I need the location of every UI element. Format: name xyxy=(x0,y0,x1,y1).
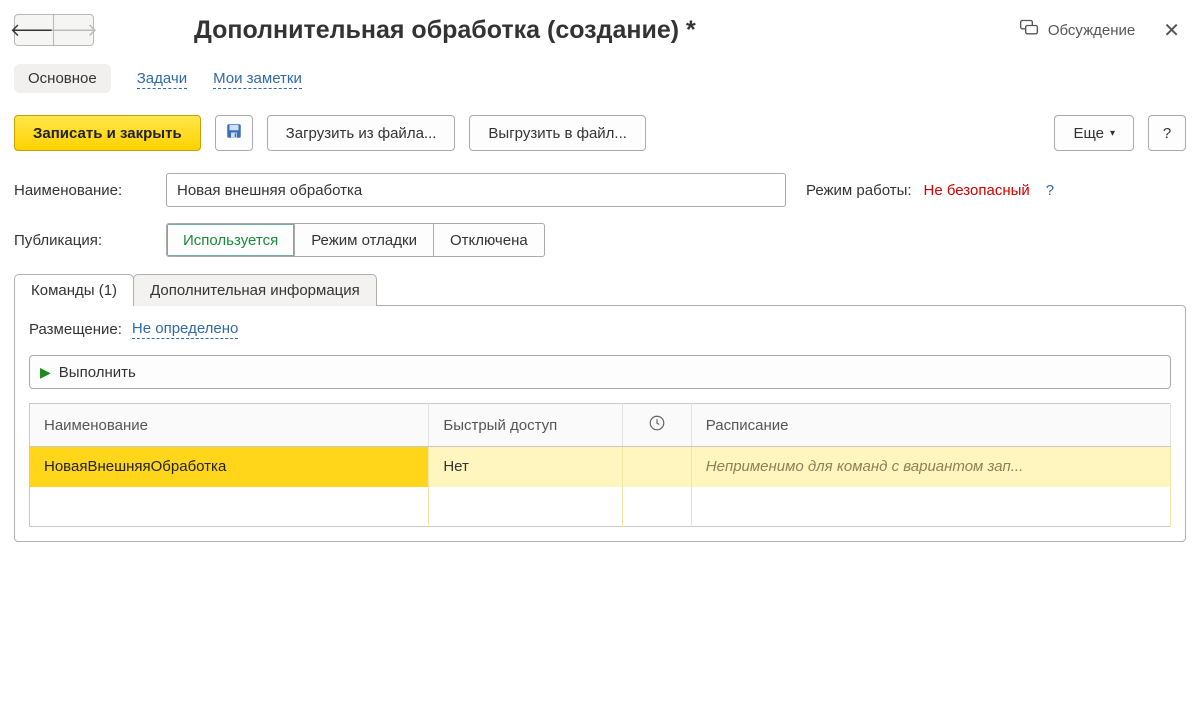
floppy-icon xyxy=(225,122,243,144)
cell-schedule-flag[interactable] xyxy=(623,447,691,487)
arrow-right-icon: 🡒 xyxy=(49,20,97,41)
chat-icon xyxy=(1018,18,1040,42)
name-label: Наименование: xyxy=(14,182,154,199)
publication-option-debug[interactable]: Режим отладки xyxy=(295,224,434,256)
tab-notes[interactable]: Мои заметки xyxy=(213,70,302,89)
discussion-button[interactable]: Обсуждение xyxy=(1018,18,1135,42)
publication-option-used[interactable]: Используется xyxy=(167,224,295,256)
name-input[interactable] xyxy=(166,173,786,207)
col-name[interactable]: Наименование xyxy=(30,404,429,447)
more-label: Еще xyxy=(1073,125,1104,142)
more-button[interactable]: Еще ▾ xyxy=(1054,115,1134,151)
nav-back-button[interactable]: 🡐 xyxy=(14,14,54,46)
col-quick-access[interactable]: Быстрый доступ xyxy=(429,404,623,447)
save-and-close-button[interactable]: Записать и закрыть xyxy=(14,115,201,151)
commands-panel: Размещение: Не определено ▶ Выполнить На… xyxy=(14,305,1186,542)
discussion-label: Обсуждение xyxy=(1048,22,1135,39)
page-title: Дополнительная обработка (создание) * xyxy=(194,16,696,45)
publication-label: Публикация: xyxy=(14,232,154,249)
cell-quick-access[interactable]: Нет xyxy=(429,447,623,487)
table-empty-area xyxy=(30,487,1171,527)
col-schedule-icon[interactable] xyxy=(623,404,691,447)
load-from-file-button[interactable]: Загрузить из файла... xyxy=(267,115,456,151)
export-to-file-button[interactable]: Выгрузить в файл... xyxy=(469,115,646,151)
run-button[interactable]: ▶ Выполнить xyxy=(29,355,1171,389)
close-icon: ✕ xyxy=(1163,20,1180,42)
placement-link[interactable]: Не определено xyxy=(132,320,238,339)
help-button[interactable]: ? xyxy=(1148,115,1186,151)
save-button[interactable] xyxy=(215,115,253,151)
commands-table: Наименование Быстрый доступ Расписание Н… xyxy=(29,403,1171,527)
tab-main[interactable]: Основное xyxy=(14,64,111,93)
mode-value: Не безопасный xyxy=(924,182,1030,199)
mode-help-link[interactable]: ? xyxy=(1046,182,1054,199)
nav-forward-button[interactable]: 🡒 xyxy=(54,14,94,46)
cell-schedule[interactable]: Неприменимо для команд с вариантом зап..… xyxy=(691,447,1170,487)
play-icon: ▶ xyxy=(40,364,51,381)
table-row[interactable]: НоваяВнешняяОбработка Нет Неприменимо дл… xyxy=(30,447,1171,487)
close-button[interactable]: ✕ xyxy=(1157,18,1186,43)
cell-name[interactable]: НоваяВнешняяОбработка xyxy=(30,447,429,487)
tab-tasks[interactable]: Задачи xyxy=(137,70,187,89)
col-schedule[interactable]: Расписание xyxy=(691,404,1170,447)
publication-segment: Используется Режим отладки Отключена xyxy=(166,223,545,257)
placement-label: Размещение: xyxy=(29,321,122,338)
publication-option-off[interactable]: Отключена xyxy=(434,224,544,256)
chevron-down-icon: ▾ xyxy=(1110,128,1115,139)
clock-icon xyxy=(648,419,666,436)
subtab-additional-info[interactable]: Дополнительная информация xyxy=(133,274,377,306)
subtab-commands[interactable]: Команды (1) xyxy=(14,274,134,306)
run-label: Выполнить xyxy=(59,364,136,381)
mode-label: Режим работы: xyxy=(806,182,912,199)
